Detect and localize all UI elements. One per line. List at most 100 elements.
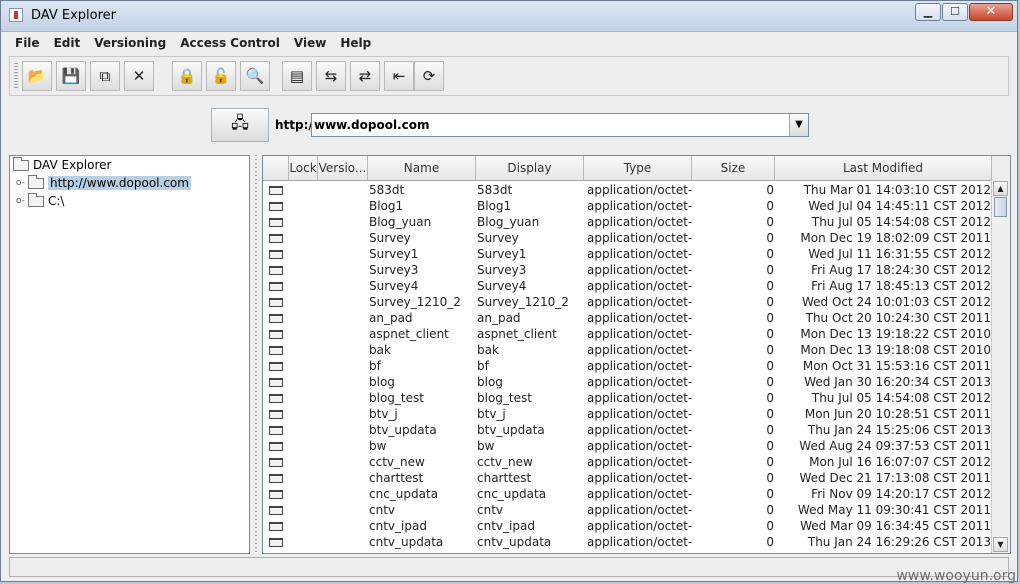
minimize-button[interactable]: ▁ — [915, 3, 941, 21]
checkout-icon: ⇄ — [358, 67, 372, 85]
menu-versioning[interactable]: Versioning — [88, 36, 172, 50]
url-input[interactable]: www.dopool.com — [311, 113, 809, 137]
cell-modified: Wed Oct 24 10:01:03 CST 2012 — [801, 295, 991, 309]
tree-node-c-drive[interactable]: o- C:\ — [16, 192, 64, 209]
folder-row-icon — [269, 282, 283, 291]
folder-row-icon — [269, 250, 283, 259]
table-row[interactable]: Blog1 Blog1 application/octet-... 0 Wed Jul … — [263, 198, 991, 214]
menu-access-control[interactable]: Access Control — [174, 36, 286, 50]
table-row[interactable]: btv_updata btv_updata application/octet-..… — [263, 422, 991, 438]
status-bar — [9, 557, 1009, 577]
column-header-display[interactable]: Display — [476, 156, 584, 180]
menu-view[interactable]: View — [288, 36, 332, 50]
column-header-name[interactable]: Name — [368, 156, 476, 180]
column-header-versio[interactable]: Versio... — [318, 156, 368, 180]
expand-handle-icon[interactable]: o- — [16, 178, 26, 188]
minimize-icon: ▁ — [923, 5, 933, 18]
table-row[interactable]: 583dt 583dt application/octet-... 0 Thu Mar … — [263, 182, 991, 198]
scroll-up-button[interactable]: ▲ — [993, 181, 1008, 196]
table-row[interactable]: bw bw application/octet-... 0 Wed Aug 24 09:… — [263, 438, 991, 454]
properties-button[interactable]: ▤ — [282, 61, 312, 91]
table-row[interactable]: Survey Survey application/octet-... 0 Mon De… — [263, 230, 991, 246]
toolbar-grip[interactable] — [14, 63, 18, 89]
table-row[interactable]: Survey3 Survey3 application/octet-... 0 Fri … — [263, 262, 991, 278]
scroll-down-button[interactable]: ▼ — [993, 537, 1008, 552]
cell-type: application/octet-... — [587, 327, 693, 341]
folder-row-icon — [269, 362, 283, 371]
table-row[interactable]: Survey1 Survey1 application/octet-... 0 Wed … — [263, 246, 991, 262]
cell-modified: Thu Mar 01 14:03:10 CST 2012 — [803, 183, 991, 197]
folder-open-button[interactable]: 📂 — [22, 61, 52, 91]
menu-file[interactable]: File — [9, 36, 46, 50]
copy-button[interactable]: ⧉ — [90, 61, 120, 91]
arrow-up-icon: ▲ — [997, 184, 1004, 193]
tree-panel: DAV Explorer o- http://www.dopool.com o-… — [9, 155, 250, 554]
url-dropdown-button[interactable]: ▼ — [789, 114, 808, 136]
split-pane-divider[interactable] — [251, 155, 261, 554]
delete-button[interactable]: ✕ — [124, 61, 154, 91]
cell-type: application/octet-... — [587, 343, 693, 357]
cell-display: Survey — [477, 231, 519, 245]
table-row[interactable]: cctv_new cctv_new application/octet-... 0 Mo… — [263, 454, 991, 470]
expand-handle-icon[interactable]: o- — [16, 196, 26, 206]
cell-type: application/octet-... — [587, 199, 693, 213]
folder-row-icon — [269, 474, 283, 483]
table-row[interactable]: btv_j btv_j application/octet-... 0 Mon Jun … — [263, 406, 991, 422]
table-row[interactable]: cntv_updata cntv_updata application/octet-… — [263, 534, 991, 550]
cell-name: aspnet_client — [369, 327, 449, 341]
folder-row-icon — [269, 410, 283, 419]
table-row[interactable]: aspnet_client aspnet_client application/oc… — [263, 326, 991, 342]
column-header-type[interactable]: Type — [584, 156, 692, 180]
view-button[interactable]: 🔍 — [240, 61, 270, 91]
cell-display: bf — [477, 359, 489, 373]
table-row[interactable]: blog blog application/octet-... 0 Wed Jan 30… — [263, 374, 991, 390]
folder-row-icon — [269, 538, 283, 547]
table-row[interactable]: cnc_updata cnc_updata application/octet-..… — [263, 486, 991, 502]
table-row[interactable]: bak bak application/octet-... 0 Mon Dec 13 1… — [263, 342, 991, 358]
cell-display: bw — [477, 439, 495, 453]
close-button[interactable]: ✕ — [969, 3, 1013, 21]
cell-type: application/octet-... — [587, 407, 693, 421]
tree-root-label: DAV Explorer — [33, 158, 112, 172]
cell-modified: Mon Jul 16 16:07:07 CST 2012 — [809, 455, 991, 469]
version-compare-button[interactable]: ⇆ — [316, 61, 346, 91]
table-row[interactable]: cntv cntv application/octet-... 0 Wed May 11… — [263, 502, 991, 518]
menu-help[interactable]: Help — [334, 36, 377, 50]
vertical-scrollbar[interactable]: ▲ ▼ — [991, 180, 1010, 553]
cell-display: btv_j — [477, 407, 506, 421]
connect-button[interactable]: 🖧 — [211, 108, 269, 142]
cell-size: 0 — [766, 343, 774, 357]
table-row[interactable]: blog_test blog_test application/octet-... 0… — [263, 390, 991, 406]
lock-button[interactable]: 🔒 — [172, 61, 202, 91]
maximize-button[interactable]: ☐ — [942, 3, 968, 21]
cell-type: application/octet-... — [587, 247, 693, 261]
column-header-size[interactable]: Size — [692, 156, 775, 180]
column-header-last-modified[interactable]: Last Modified — [775, 156, 992, 180]
folder-row-icon — [269, 266, 283, 275]
table-row[interactable]: Survey_1210_2 Survey_1210_2 application/oc… — [263, 294, 991, 310]
table-row[interactable]: cntv_ipad cntv_ipad application/octet-... 0… — [263, 518, 991, 534]
cell-size: 0 — [766, 487, 774, 501]
cell-name: cntv_updata — [369, 535, 444, 549]
table-row[interactable]: bf bf application/octet-... 0 Mon Oct 31 15:… — [263, 358, 991, 374]
tree-root[interactable]: DAV Explorer — [13, 156, 112, 173]
table-row[interactable]: Survey4 Survey4 application/octet-... 0 Fri … — [263, 278, 991, 294]
checkout-button[interactable]: ⇄ — [350, 61, 380, 91]
table-row[interactable]: charttest charttest application/octet-... 0… — [263, 470, 991, 486]
lock-icon: 🔒 — [177, 67, 197, 85]
table-row[interactable]: Blog_yuan Blog_yuan application/octet-... 0… — [263, 214, 991, 230]
tree-node-dopool[interactable]: o- http://www.dopool.com — [16, 174, 191, 191]
scroll-thumb[interactable] — [994, 197, 1007, 217]
refresh-button[interactable]: ⟳ — [414, 61, 444, 91]
cell-modified: Mon Dec 19 18:02:09 CST 2011 — [800, 231, 991, 245]
save-button[interactable]: 💾 — [56, 61, 86, 91]
checkin-button[interactable]: ⇤ — [384, 61, 414, 91]
maximize-icon: ☐ — [950, 5, 960, 18]
cell-size: 0 — [766, 199, 774, 213]
menu-edit[interactable]: Edit — [48, 36, 87, 50]
window-title: DAV Explorer — [31, 8, 116, 23]
column-header-lock[interactable]: Lock — [289, 156, 318, 180]
table-row[interactable]: an_pad an_pad application/octet-... 0 Thu Oc… — [263, 310, 991, 326]
cell-display: blog — [477, 375, 503, 389]
unlock-button[interactable]: 🔓 — [206, 61, 236, 91]
